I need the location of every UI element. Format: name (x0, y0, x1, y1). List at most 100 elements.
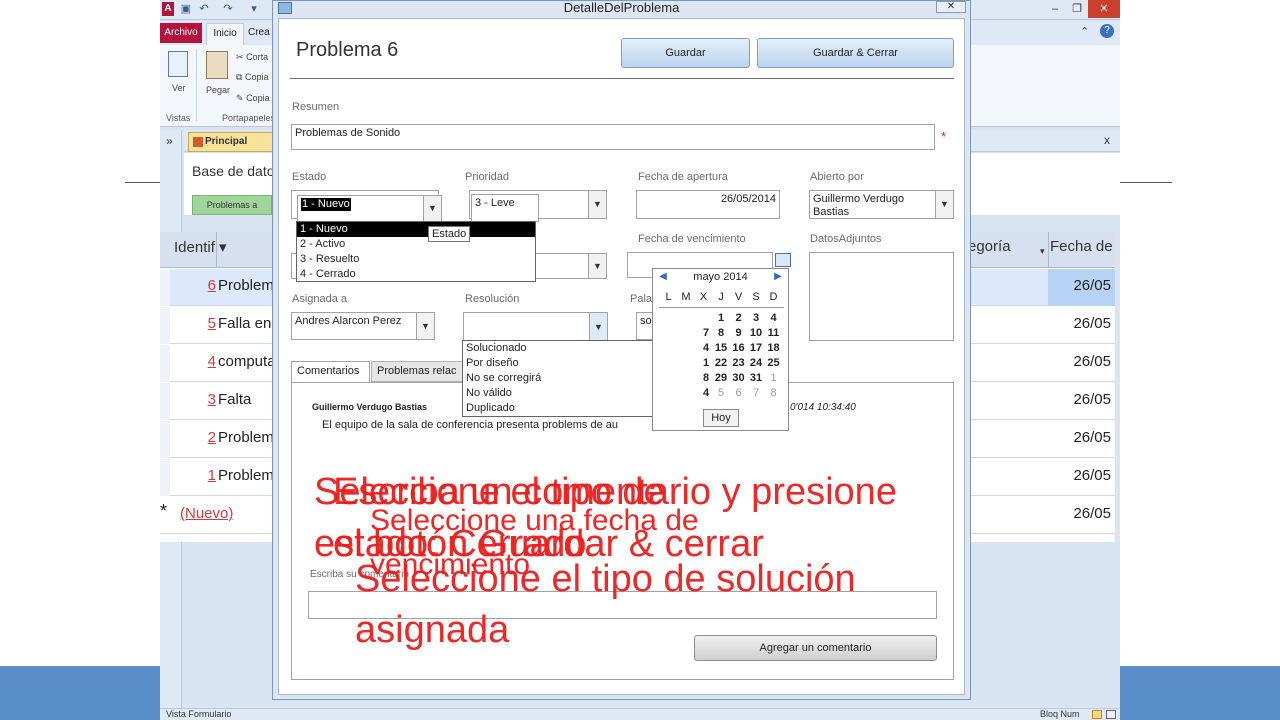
dialog-close-button[interactable]: ✕ (936, 1, 966, 13)
calendar-next-icon[interactable]: ▶ (773, 271, 783, 282)
row-id-link[interactable]: 1 (204, 467, 216, 484)
redo-icon[interactable]: ↷ (222, 3, 234, 15)
save-icon[interactable]: ▣ (180, 3, 192, 15)
resolucion-combo[interactable]: ▼ (463, 312, 608, 342)
ver-label[interactable]: Ver (172, 83, 186, 93)
calendar-day[interactable]: 8 (766, 386, 781, 401)
calendar-day[interactable]: 24 (749, 356, 764, 371)
calendar-day[interactable]: 31 (749, 371, 764, 386)
resumen-field[interactable]: Problemas de Sonido (291, 124, 935, 150)
form-view-icon[interactable] (1092, 710, 1102, 719)
calendar-today-button[interactable]: Hoy (703, 409, 739, 427)
column-header-category[interactable]: egoría (968, 238, 1011, 255)
calendar-day[interactable]: 3 (749, 311, 764, 326)
add-comment-button[interactable]: Agregar un comentario (694, 635, 937, 661)
calendar-day[interactable]: 22 (714, 356, 729, 371)
calendar-day-partial[interactable]: 7 (703, 326, 709, 341)
tab-archivo[interactable]: Archivo (160, 23, 202, 43)
calendar-day[interactable]: 7 (749, 386, 764, 401)
sort-arrow-icon[interactable]: ▾ (1040, 246, 1045, 257)
close-window-button[interactable]: ✕ (1088, 0, 1120, 18)
copy-button[interactable]: ⧉ Copia (236, 72, 268, 83)
help-icon[interactable]: ? (1100, 24, 1114, 38)
calendar-day[interactable]: 18 (766, 341, 781, 356)
cut-button[interactable]: ✂ Corta (236, 52, 268, 63)
close-document-icon[interactable]: x (1104, 133, 1110, 147)
estado-dropdown-icon[interactable]: ▼ (423, 196, 441, 221)
calendar-day[interactable]: 9 (731, 326, 746, 341)
required-marker: * (941, 129, 947, 144)
calendar-day[interactable]: 17 (749, 341, 764, 356)
calendar-day[interactable]: 1 (766, 371, 781, 386)
tab-problemas-relacionados[interactable]: Problemas relac (371, 361, 467, 382)
minimize-button[interactable]: – (1044, 0, 1066, 18)
paste-icon[interactable] (206, 51, 228, 79)
calendar-day[interactable]: 5 (714, 386, 729, 401)
row-id-link[interactable]: 5 (204, 315, 216, 332)
asignada-dropdown-icon[interactable]: ▼ (416, 313, 434, 339)
calendar-day[interactable]: 25 (766, 356, 781, 371)
row-selector[interactable] (160, 307, 170, 344)
calendar-day[interactable]: 11 (766, 326, 781, 341)
calendar-day[interactable]: 16 (731, 341, 746, 356)
problem-title: Problema 6 (296, 39, 399, 61)
form-icon (193, 137, 203, 147)
row-selector[interactable] (160, 345, 170, 382)
resolucion-dropdown-icon[interactable]: ▼ (589, 313, 607, 341)
calendar-day[interactable]: 15 (714, 341, 729, 356)
calendar-day-partial[interactable]: 1 (703, 356, 709, 371)
format-painter-button[interactable]: ✎ Copia (236, 93, 270, 104)
calendar-day-partial[interactable]: 4 (703, 386, 709, 401)
design-view-icon[interactable] (1106, 710, 1116, 719)
estado-option[interactable]: 4 - Cerrado (297, 267, 535, 282)
undo-icon[interactable]: ↶ (198, 3, 210, 15)
save-button[interactable]: Guardar (621, 38, 750, 68)
row-id-link[interactable]: 2 (204, 429, 216, 446)
new-row-label[interactable]: (Nuevo) (180, 505, 233, 522)
prioridad-dropdown-icon[interactable]: ▼ (588, 191, 606, 218)
tab-inicio[interactable]: Inicio (206, 23, 244, 45)
save-close-button[interactable]: Guardar & Cerrar (757, 38, 954, 68)
asignada-combo[interactable]: Andres Alarcon Perez ▼ (291, 312, 435, 340)
row-id-link[interactable]: 4 (204, 353, 216, 370)
calendar-day[interactable]: 2 (731, 311, 746, 326)
estado-option[interactable]: 2 - Activo (297, 237, 535, 252)
row-selector[interactable] (160, 383, 170, 420)
calendar-day[interactable]: 1 (714, 311, 729, 326)
problemas-button[interactable]: Problemas a (192, 195, 272, 215)
abierto-por-dropdown-icon[interactable]: ▼ (935, 191, 953, 218)
column-header-date[interactable]: Fecha de apert (1050, 238, 1114, 255)
abierto-por-combo[interactable]: Guillermo Verdugo Bastias ▼ (809, 190, 954, 219)
calendar-day-partial[interactable]: 8 (703, 371, 709, 386)
estado-option[interactable]: 1 - Nuevo (297, 222, 535, 237)
row-id-link[interactable]: 3 (204, 391, 216, 408)
estado-combo[interactable]: 1 - Nuevo ▼ (297, 195, 442, 222)
calendar-day-partial[interactable]: 4 (703, 341, 709, 356)
calendar-icon[interactable] (775, 253, 791, 267)
nav-expand-icon[interactable]: » (166, 134, 173, 148)
calendar-day[interactable]: 23 (731, 356, 746, 371)
calendar-day[interactable]: 4 (766, 311, 781, 326)
view-icon[interactable] (168, 51, 188, 77)
restore-button[interactable]: ❐ (1066, 0, 1088, 18)
calendar-day[interactable]: 30 (731, 371, 746, 386)
row-selector[interactable] (160, 459, 170, 496)
fecha-apertura-field[interactable]: 26/05/2014 (636, 190, 780, 219)
row-id-link[interactable]: 6 (204, 277, 216, 294)
tab-comentarios[interactable]: Comentarios (291, 361, 370, 382)
calendar-day[interactable]: 8 (714, 326, 729, 341)
row-selector[interactable] (160, 421, 170, 458)
calendar-day[interactable]: 10 (749, 326, 764, 341)
pegar-label[interactable]: Pegar (206, 85, 230, 95)
row-selector[interactable] (160, 269, 170, 306)
tab-principal[interactable]: Principal (188, 132, 274, 152)
datos-adjuntos-field[interactable] (809, 252, 954, 341)
column-header-id[interactable]: Identif ▾ (174, 238, 227, 256)
calendar-day[interactable]: 29 (714, 371, 729, 386)
second-combo-dropdown-icon[interactable]: ▼ (588, 254, 606, 278)
calendar-day[interactable]: 6 (731, 386, 746, 401)
row-description[interactable]: Falta (218, 391, 251, 408)
ribbon-collapse-icon[interactable]: ⌃ (1080, 25, 1089, 38)
customize-toolbar-icon[interactable]: ▾ (248, 3, 260, 15)
estado-option[interactable]: 3 - Resuelto (297, 252, 535, 267)
